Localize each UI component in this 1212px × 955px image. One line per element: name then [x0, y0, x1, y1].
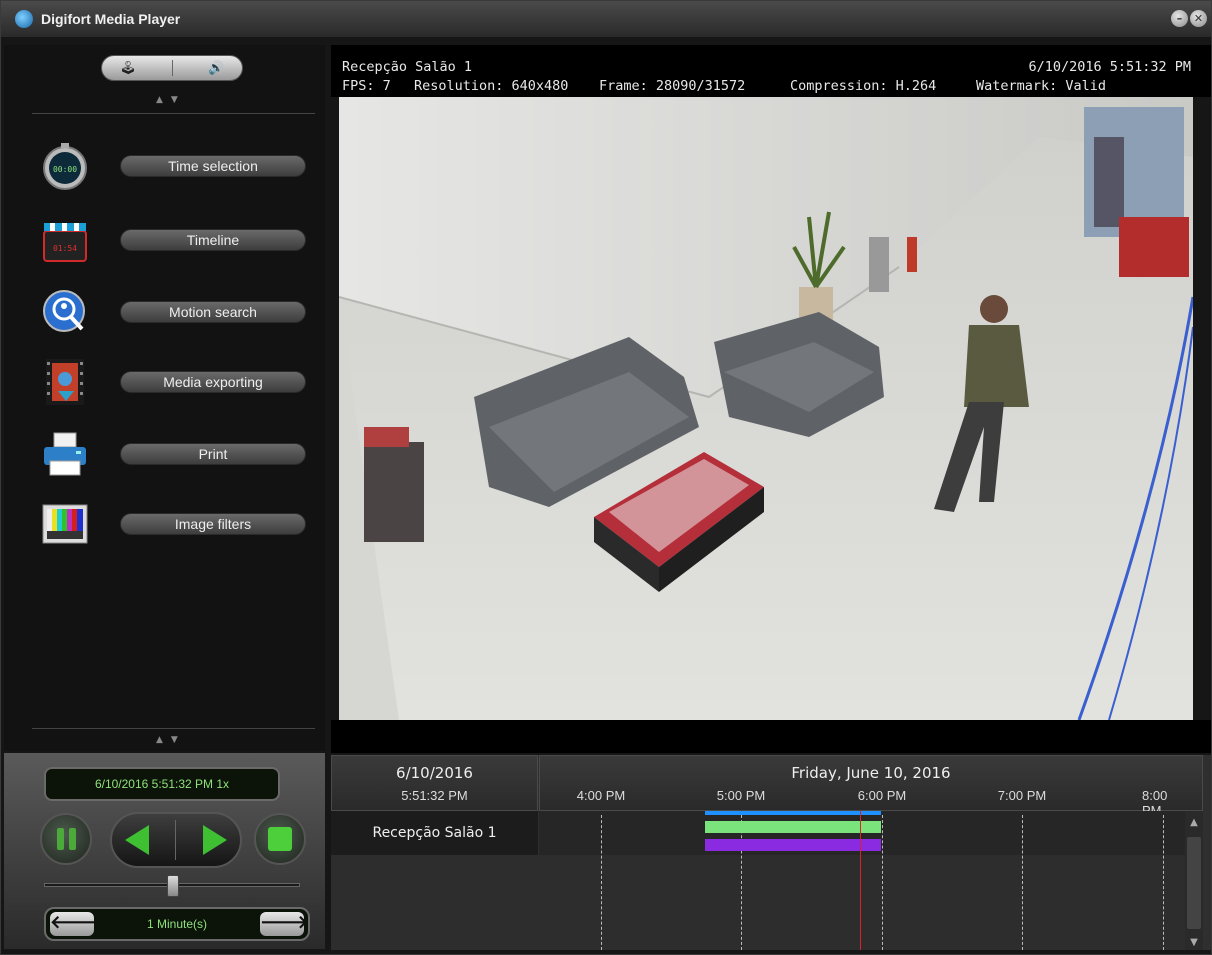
- recording-bar-video[interactable]: [705, 811, 881, 815]
- menu-item-time-selection[interactable]: 00:00 Time selection: [34, 137, 314, 197]
- scrollbar-thumb[interactable]: [1187, 837, 1201, 929]
- scroll-up-icon[interactable]: ▲: [1185, 817, 1203, 828]
- tick-label: 7:00 PM: [997, 788, 1047, 803]
- tick-label: 4:00 PM: [576, 788, 626, 803]
- stop-icon: [268, 827, 292, 851]
- svg-text:00:00: 00:00: [53, 165, 77, 174]
- video-timestamp: 6/10/2016 5:51:32 PM: [1028, 59, 1191, 75]
- speed-slider-knob[interactable]: [167, 875, 179, 897]
- play-direction-group: [110, 812, 242, 868]
- video-frame[interactable]: [339, 97, 1193, 720]
- menu-item-image-filters[interactable]: Image filters: [34, 495, 314, 555]
- menu-item-motion-search[interactable]: Motion search: [34, 283, 314, 343]
- fps-info: FPS: 7: [342, 78, 391, 94]
- video-info-header: Recepção Salão 1 6/10/2016 5:51:32 PM FP…: [331, 45, 1211, 97]
- scroll-down-icon[interactable]: ▼: [1185, 937, 1203, 948]
- print-button[interactable]: Print: [120, 443, 306, 465]
- timeline-button[interactable]: Timeline: [120, 229, 306, 251]
- timeline-header: Friday, June 10, 2016 4:00 PM 5:00 PM 6:…: [539, 755, 1203, 818]
- video-audio-toggle[interactable]: 🕹 🔊: [101, 55, 243, 81]
- menu-item-media-exporting[interactable]: Media exporting: [34, 353, 314, 413]
- timeline-camera-label[interactable]: Recepção Salão 1: [331, 811, 538, 855]
- joystick-icon[interactable]: 🕹: [120, 61, 137, 76]
- app-icon: [15, 10, 33, 28]
- play-forward-button[interactable]: [202, 825, 227, 855]
- printer-icon: [44, 432, 86, 476]
- playback-datetime-display: 6/10/2016 5:51:32 PM 1x: [44, 767, 280, 801]
- resolution-info: Resolution: 640x480: [414, 78, 569, 94]
- menu-item-timeline[interactable]: 01:54 Timeline: [34, 211, 314, 271]
- playback-controls: 6/10/2016 5:51:32 PM 1x 🡐 1 Minute(s) 🡒: [4, 753, 325, 949]
- recording-bar-motion[interactable]: [705, 821, 881, 833]
- motion-search-button[interactable]: Motion search: [120, 301, 306, 323]
- clapperboard-icon: 01:54: [43, 223, 87, 262]
- step-back-button[interactable]: 🡐: [50, 912, 98, 936]
- timeline-current-datetime: 6/10/2016 5:51:32 PM: [331, 755, 538, 811]
- media-exporting-button[interactable]: Media exporting: [120, 371, 306, 393]
- media-player-window: Digifort Media Player – ✕ 🕹 🔊 ▲▼ 00:00 T…: [0, 0, 1212, 955]
- watermark-info: Watermark: Valid: [976, 78, 1107, 94]
- tick-label: 6:00 PM: [857, 788, 907, 803]
- recording-bar-events[interactable]: [705, 839, 881, 851]
- pause-icon: [56, 828, 76, 850]
- timeline-scrollbar[interactable]: ▲ ▼: [1185, 811, 1203, 950]
- time-selection-button[interactable]: Time selection: [120, 155, 306, 177]
- frame-info: Frame: 28090/31572: [599, 78, 746, 94]
- step-forward-button[interactable]: 🡒: [260, 912, 308, 936]
- speaker-icon[interactable]: 🔊: [208, 61, 224, 76]
- step-interval-control: 🡐 1 Minute(s) 🡒: [44, 907, 310, 941]
- stopwatch-icon: 00:00: [43, 143, 87, 190]
- film-export-icon: [46, 359, 84, 405]
- scroll-arrows-top[interactable]: ▲▼: [156, 95, 186, 105]
- tick-label: 5:00 PM: [716, 788, 766, 803]
- close-icon[interactable]: ✕: [1190, 10, 1207, 27]
- image-filters-button[interactable]: Image filters: [120, 513, 306, 535]
- minimize-icon[interactable]: –: [1171, 10, 1188, 27]
- timeline-playhead[interactable]: [860, 811, 861, 950]
- stop-button[interactable]: [254, 813, 306, 865]
- timeline-day-title: Friday, June 10, 2016: [791, 764, 951, 782]
- compression-info: Compression: H.264: [790, 78, 937, 94]
- scroll-arrows-bottom[interactable]: ▲▼: [156, 735, 186, 745]
- left-panel: 🕹 🔊 ▲▼ 00:00 Time selection 01:54 Timeli…: [4, 45, 325, 751]
- camera-name: Recepção Salão 1: [342, 59, 473, 75]
- timeline-date: 6/10/2016: [396, 764, 473, 782]
- pause-button[interactable]: [40, 813, 92, 865]
- menu-item-print[interactable]: Print: [34, 425, 314, 485]
- title-bar: Digifort Media Player – ✕: [1, 1, 1211, 37]
- svg-text:01:54: 01:54: [53, 244, 77, 253]
- motion-search-icon: [43, 290, 85, 332]
- play-reverse-button[interactable]: [125, 825, 150, 855]
- color-bars-icon: [42, 504, 88, 544]
- camera-scene-image: [339, 97, 1193, 720]
- timeline-panel: 6/10/2016 5:51:32 PM Friday, June 10, 20…: [331, 755, 1211, 950]
- step-interval-label: 1 Minute(s): [146, 917, 208, 931]
- timeline-time: 5:51:32 PM: [401, 788, 468, 803]
- window-title: Digifort Media Player: [41, 11, 181, 27]
